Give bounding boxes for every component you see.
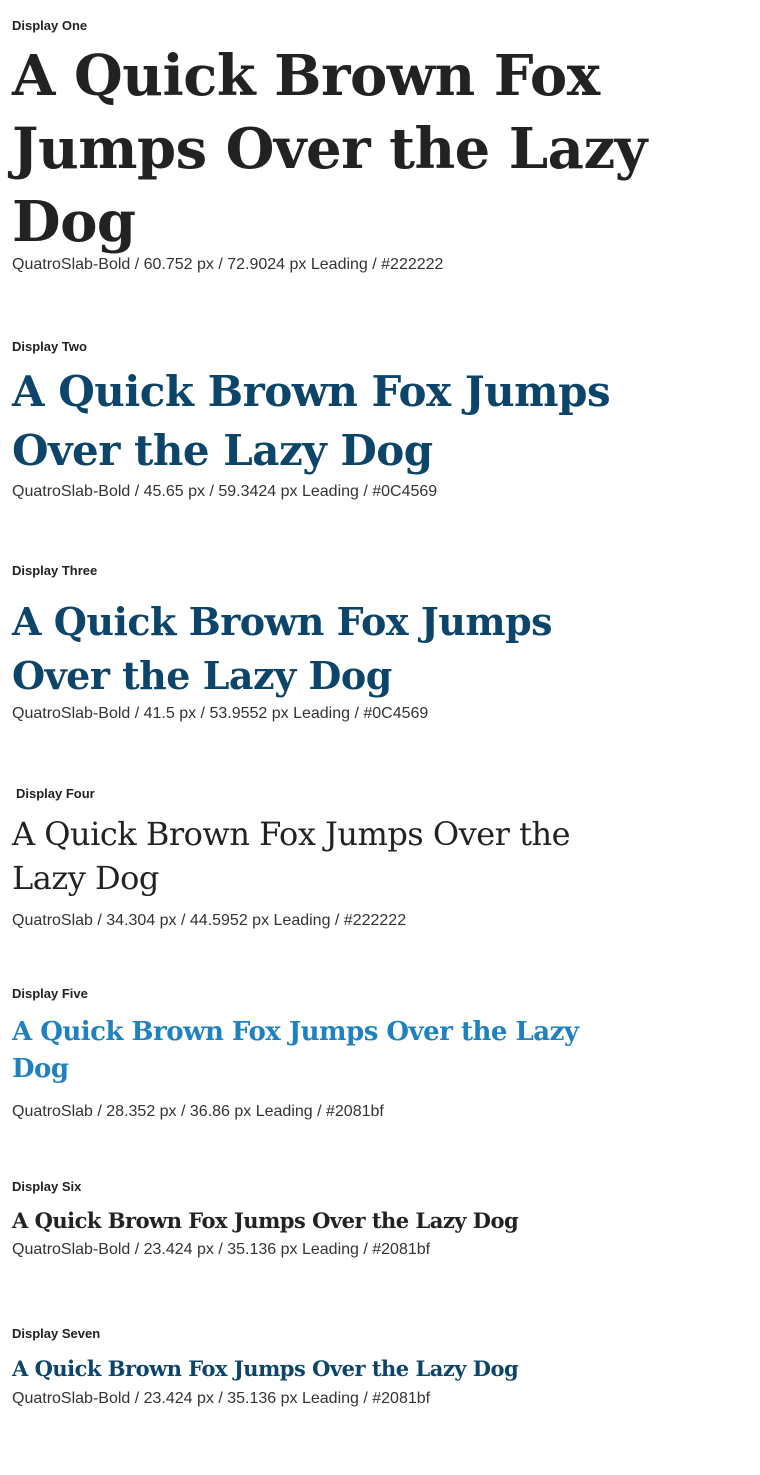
display-seven-specimen: A Quick Brown Fox Jumps Over the Lazy Do… [12,1356,519,1381]
display-one-specimen: A Quick Brown Fox Jumps Over the Lazy Do… [12,43,647,255]
display-seven-section: Display Seven A Quick Brown Fox Jumps Ov… [12,1326,652,1409]
display-one-section: Display One A Quick Brown Fox Jumps Over… [12,18,652,275]
display-three-meta: QuatroSlab-Bold / 41.5 px / 53.9552 px L… [12,705,429,722]
display-two-label: Display Two [12,339,87,354]
display-five-section: Display Five A Quick Brown Fox Jumps Ove… [12,986,652,1122]
display-seven-label: Display Seven [12,1326,101,1341]
display-one-meta: QuatroSlab-Bold / 60.752 px / 72.9024 px… [12,256,444,273]
display-six-meta: QuatroSlab-Bold / 23.424 px / 35.136 px … [12,1241,431,1258]
display-five-specimen: A Quick Brown Fox Jumps Over the Lazy Do… [12,1017,579,1084]
display-two-specimen: A Quick Brown Fox Jumps Over the Lazy Do… [12,367,611,475]
display-six-label: Display Six [12,1179,82,1194]
display-two-section: Display Two A Quick Brown Fox Jumps Over… [12,339,652,502]
display-three-label: Display Three [12,563,98,578]
display-three-specimen: A Quick Brown Fox Jumps Over the Lazy Do… [12,599,553,698]
display-four-meta: QuatroSlab / 34.304 px / 44.5952 px Lead… [12,912,407,929]
display-six-specimen: A Quick Brown Fox Jumps Over the Lazy Do… [12,1208,519,1233]
display-seven-meta: QuatroSlab-Bold / 23.424 px / 35.136 px … [12,1390,431,1407]
display-four-label: Display Four [16,786,95,801]
display-four-specimen: A Quick Brown Fox Jumps Over the Lazy Do… [12,815,571,897]
display-six-section: Display Six A Quick Brown Fox Jumps Over… [12,1179,652,1260]
display-five-label: Display Five [12,986,88,1001]
display-four-section: Display Four A Quick Brown Fox Jumps Ove… [12,786,656,931]
display-two-meta: QuatroSlab-Bold / 45.65 px / 59.3424 px … [12,483,438,500]
display-one-label: Display One [12,18,88,33]
display-three-section: Display Three A Quick Brown Fox Jumps Ov… [12,563,652,724]
display-five-meta: QuatroSlab / 28.352 px / 36.86 px Leadin… [12,1103,384,1120]
